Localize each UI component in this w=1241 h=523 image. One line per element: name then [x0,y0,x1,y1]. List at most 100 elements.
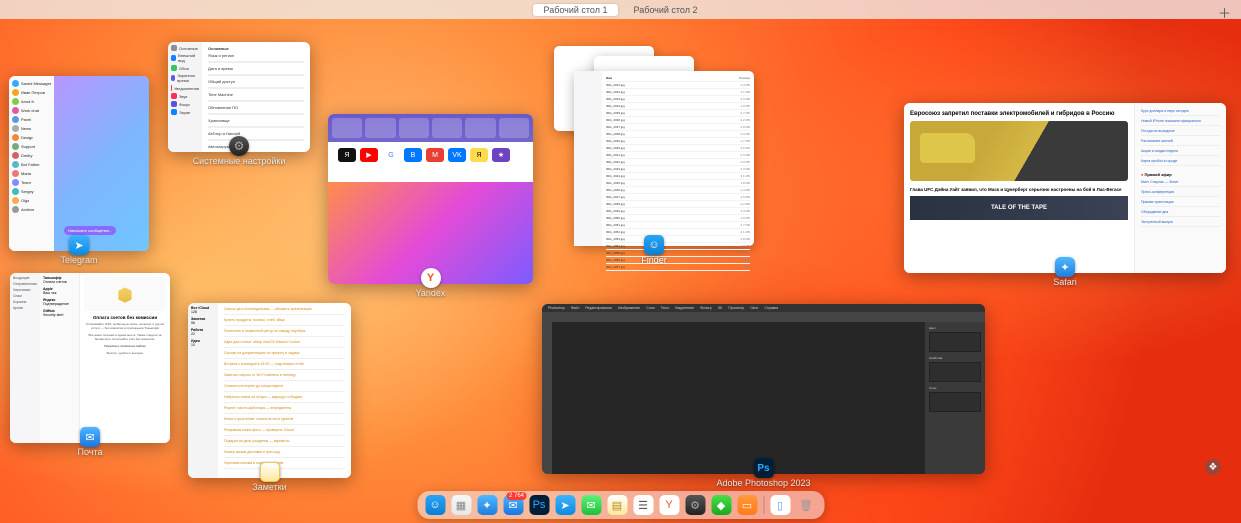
dock[interactable]: ☺▦✦✉2 764Ps➤✉▤☰Y⚙◆▭▯🗑 [417,491,824,519]
finder-file-row[interactable]: IMG_2038.jpg3,3 МБ [606,131,750,138]
telegram-chat-row[interactable]: Иван Петров [12,89,51,96]
window-thumb-settings[interactable]: Основные Внешний вид Обои Экранное время Уве… [168,42,310,166]
notes-folder[interactable]: Заметки96 [191,317,215,325]
safari-live-item[interactable]: Обсуждение дня [1141,210,1220,217]
photoshop-menu-item[interactable]: Изображение [618,306,640,310]
notes-line[interactable]: Резервная копия фото — проверить iCloud [224,428,345,432]
finder-file-row[interactable]: IMG_2049.jpg3,4 МБ [606,208,750,215]
finder-file-row[interactable]: IMG_2036.jpg2,2 МБ [606,117,750,124]
telegram-chat-list[interactable]: Saved MessagesИван ПетровAnna K.Work cha… [9,76,54,251]
mail-folder-list[interactable]: ВходящиеОтправленныеЧерновикиСпамКорзина… [10,273,40,443]
settings-sidebar-item[interactable]: Экранное время [171,73,199,83]
settings-sidebar-item[interactable]: Звук [171,93,199,99]
finder-file-list[interactable]: ИмяРазмерIMG_2031.jpg2,4 МБIMG_2032.jpg2… [602,71,754,246]
notes-folder[interactable]: Идеи10 [191,339,215,347]
mail-message-row[interactable]: AppleВаш чек [43,287,76,295]
finder-file-row[interactable]: IMG_2043.jpg2,3 МБ [606,166,750,173]
mail-folder[interactable]: Архив [13,306,37,310]
photoshop-menu-item[interactable]: Справка [764,306,778,310]
telegram-chat-row[interactable]: Bot Father [12,161,51,168]
dock-icon-settings[interactable]: ⚙ [685,495,705,515]
dock-icon-trash[interactable]: 🗑 [796,495,816,515]
mail-folder[interactable]: Входящие [13,276,37,280]
telegram-chat-row[interactable]: Sergey [12,188,51,195]
notes-folder[interactable]: Работа22 [191,328,215,336]
dock-icon-yandex[interactable]: Y [659,495,679,515]
settings-row[interactable]: Хранилище [208,118,304,123]
telegram-chat-row[interactable]: News [12,125,51,132]
notes-line[interactable]: Встреча с командой в 15:00 — подготовить… [224,362,345,366]
dock-icon-launchpad[interactable]: ▦ [451,495,471,515]
finder-window-front[interactable]: ИмяРазмерIMG_2031.jpg2,4 МБIMG_2032.jpg2… [574,71,754,246]
yandex-tile[interactable]: ▶ [360,148,378,162]
safari-live-item[interactable]: Экстренный выпуск [1141,220,1220,227]
finder-file-row[interactable]: IMG_2046.jpg2,4 МБ [606,187,750,194]
add-space-button[interactable]: ＋ [1218,3,1231,22]
space-tab[interactable]: Рабочий стол 1 [533,4,617,16]
notes-line[interactable]: Идея для статьи: обзор macOS Mission Con… [224,340,345,344]
notes-line[interactable]: Рецепт: паста карбонара — ингредиенты [224,406,345,410]
settings-row[interactable]: AirDrop и Handoff [208,131,304,136]
yandex-tile[interactable]: M [426,148,444,162]
yandex-tabbar[interactable] [328,114,533,142]
finder-file-row[interactable]: IMG_2048.jpg2,2 МБ [606,201,750,208]
finder-file-row[interactable]: IMG_2053.jpg2,8 МБ [606,236,750,243]
telegram-chat-row[interactable]: Dmitry [12,152,51,159]
finder-file-row[interactable]: IMG_2032.jpg2,1 МБ [606,89,750,96]
photoshop-options-bar[interactable] [542,312,985,322]
telegram-chat-row[interactable]: Team [12,179,51,186]
notes-folder[interactable]: Все iCloud128 [191,306,215,314]
notes-line[interactable]: Купить продукты: молоко, хлеб, яйца [224,318,345,322]
dock-icon-finder[interactable]: ☺ [425,495,445,515]
finder-file-row[interactable]: IMG_2040.jpg2,5 МБ [606,145,750,152]
notes-body[interactable]: Список дел на понедельник — обновить пре… [218,303,351,478]
settings-sidebar-item[interactable]: Внешний вид [171,53,199,63]
photoshop-panel-body[interactable] [929,392,981,412]
photoshop-menu-item[interactable]: Слои [646,306,655,310]
mail-folder[interactable]: Спам [13,294,37,298]
finder-file-row[interactable]: IMG_2047.jpg2,6 МБ [606,194,750,201]
safari-live-item[interactable]: Пресс-конференция [1141,190,1220,197]
mail-folder[interactable]: Корзина [13,300,37,304]
settings-row[interactable]: Обновление ПО [208,105,304,110]
photoshop-menu-item[interactable]: Просмотр [728,306,744,310]
window-thumb-photoshop[interactable]: PhotoshopФайлРедактированиеИзображениеСл… [542,304,985,488]
dock-icon-downloads[interactable]: ▯ [770,495,790,515]
yandex-tile[interactable]: ★ [492,148,510,162]
settings-sidebar-item[interactable]: Обои [171,65,199,71]
photoshop-menu-item[interactable]: Текст [661,306,670,310]
dock-icon-adguard[interactable]: ◆ [711,495,731,515]
finder-file-row[interactable]: IMG_2031.jpg2,4 МБ [606,82,750,89]
window-thumb-yandex[interactable]: Я▶GВMVKЯ★ Y Yandex [328,114,533,298]
telegram-chat-row[interactable]: Work chat [12,107,51,114]
dock-icon-messages[interactable]: ✉ [581,495,601,515]
settings-sidebar-item[interactable]: Экран [171,109,199,115]
settings-row[interactable]: Дата и время [208,66,304,71]
yandex-tile[interactable]: Я [338,148,356,162]
finder-file-row[interactable]: IMG_2037.jpg2,8 МБ [606,124,750,131]
notes-line[interactable]: Набросок плана на отпуск — маршрут и бюд… [224,395,345,399]
notes-line[interactable]: Черновик письма в поддержку Apple [224,461,345,465]
dock-icon-safari[interactable]: ✦ [477,495,497,515]
dock-icon-photoshop[interactable]: Ps [529,495,549,515]
photoshop-panel-body[interactable] [929,362,981,382]
finder-file-row[interactable]: IMG_2050.jpg1,6 МБ [606,215,750,222]
safari-side-link[interactable]: Погода на выходные [1141,129,1220,136]
dock-icon-pages[interactable]: ▭ [737,495,757,515]
telegram-chat-row[interactable]: Saved Messages [12,80,51,87]
settings-sidebar-item[interactable]: Основные [171,45,199,51]
photoshop-menu-item[interactable]: Photoshop [548,306,565,310]
safari-side-link[interactable]: Новый iPhone показали официально [1141,119,1220,126]
mail-message-row[interactable]: ЯндексПодтверждение [43,298,76,306]
mail-message-row[interactable]: ТинькоффОплата счетов [43,276,76,284]
finder-file-row[interactable]: IMG_2056.jpg1,9 МБ [606,257,750,264]
photoshop-menu-item[interactable]: Окно [750,306,758,310]
notes-line[interactable]: Позвонить в сервисный центр по поводу но… [224,329,345,333]
space-tab[interactable]: Рабочий стол 2 [624,4,708,16]
telegram-chat-row[interactable]: Olga [12,197,51,204]
finder-file-row[interactable]: IMG_2052.jpg2,1 МБ [606,229,750,236]
finder-file-row[interactable]: IMG_2041.jpg2,0 МБ [606,152,750,159]
dock-icon-reminders[interactable]: ☰ [633,495,653,515]
telegram-chat-row[interactable]: Design [12,134,51,141]
settings-sidebar-item[interactable]: Уведомления [171,85,199,91]
